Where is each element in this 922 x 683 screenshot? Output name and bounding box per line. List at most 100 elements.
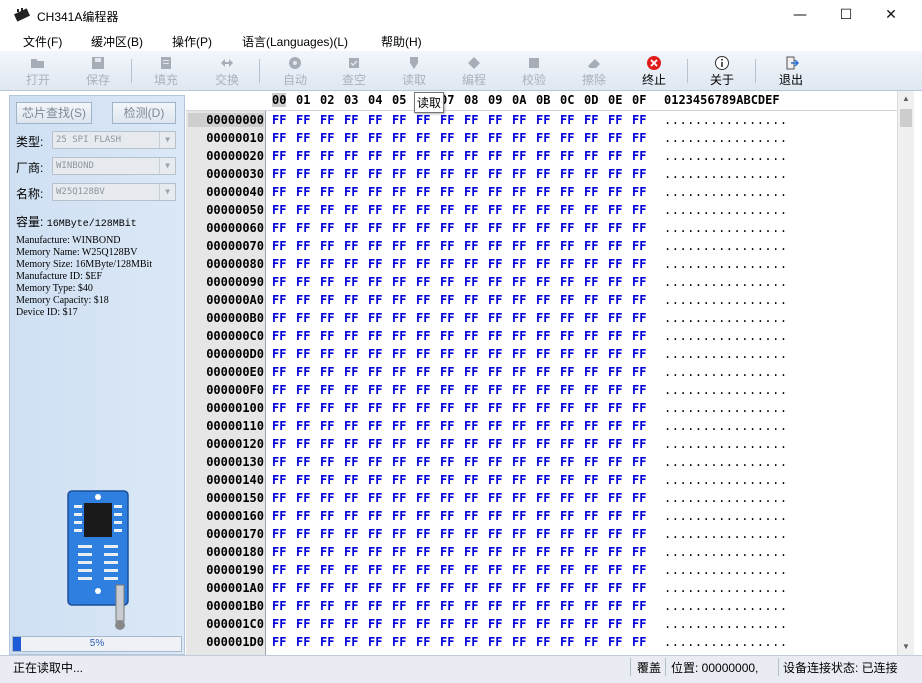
hex-byte[interactable]: FF (560, 347, 574, 361)
hex-byte[interactable]: FF (368, 491, 382, 505)
hex-byte[interactable]: FF (632, 167, 646, 181)
hex-byte[interactable]: FF (488, 239, 502, 253)
hex-byte[interactable]: FF (296, 635, 310, 649)
exit-button[interactable]: 退出 (771, 53, 811, 89)
hex-byte[interactable]: FF (584, 491, 598, 505)
hex-byte[interactable]: FF (368, 329, 382, 343)
hex-byte[interactable]: FF (608, 491, 622, 505)
hex-row[interactable]: 000001A0 FF FF FF FF FF FF FF FF FF FF FF FF FF FF FF FF… (186, 579, 897, 597)
hex-byte[interactable]: FF (608, 581, 622, 595)
hex-byte[interactable]: FF (512, 347, 526, 361)
hex-byte[interactable]: FF (296, 545, 310, 559)
hex-byte[interactable]: FF (608, 455, 622, 469)
scroll-up-icon[interactable]: ▲ (898, 91, 914, 107)
hex-byte[interactable]: FF (560, 239, 574, 253)
hex-byte[interactable]: FF (272, 365, 286, 379)
hex-byte[interactable]: FF (560, 599, 574, 613)
hex-byte[interactable]: FF (344, 455, 358, 469)
hex-byte[interactable]: FF (440, 617, 454, 631)
hex-byte[interactable]: FF (584, 347, 598, 361)
hex-byte[interactable]: FF (344, 311, 358, 325)
hex-byte[interactable]: FF (368, 149, 382, 163)
hex-byte[interactable]: FF (584, 563, 598, 577)
hex-byte[interactable]: FF (296, 365, 310, 379)
hex-byte[interactable]: FF (296, 329, 310, 343)
hex-byte[interactable]: FF (320, 545, 334, 559)
hex-byte[interactable]: FF (416, 419, 430, 433)
hex-byte[interactable]: FF (536, 509, 550, 523)
hex-byte[interactable]: FF (488, 581, 502, 595)
hex-byte[interactable]: FF (560, 455, 574, 469)
hex-byte[interactable]: FF (416, 365, 430, 379)
hex-byte[interactable]: FF (560, 509, 574, 523)
hex-row[interactable]: 00000110 FF FF FF FF FF FF FF FF FF FF FF FF FF FF FF FF… (186, 417, 897, 435)
hex-byte[interactable]: FF (536, 167, 550, 181)
hex-byte[interactable]: FF (488, 635, 502, 649)
menu-file[interactable]: 文件(F) (23, 33, 62, 50)
hex-byte[interactable]: FF (344, 185, 358, 199)
hex-byte[interactable]: FF (488, 383, 502, 397)
hex-byte[interactable]: FF (464, 419, 478, 433)
hex-byte[interactable]: FF (392, 149, 406, 163)
hex-byte[interactable]: FF (392, 311, 406, 325)
hex-byte[interactable]: FF (584, 365, 598, 379)
hex-byte[interactable]: FF (536, 203, 550, 217)
hex-byte[interactable]: FF (272, 311, 286, 325)
hex-byte[interactable]: FF (464, 455, 478, 469)
hex-row[interactable]: 000000C0 FF FF FF FF FF FF FF FF FF FF FF FF FF FF FF FF… (186, 327, 897, 345)
hex-byte[interactable]: FF (488, 563, 502, 577)
hex-byte[interactable]: FF (392, 581, 406, 595)
hex-byte[interactable]: FF (608, 563, 622, 577)
hex-byte[interactable]: FF (392, 167, 406, 181)
hex-byte[interactable]: FF (512, 581, 526, 595)
hex-byte[interactable]: FF (272, 275, 286, 289)
hex-byte[interactable]: FF (584, 239, 598, 253)
close-button[interactable]: ✕ (868, 0, 914, 30)
hex-byte[interactable]: FF (416, 293, 430, 307)
hex-byte[interactable]: FF (392, 113, 406, 127)
hex-byte[interactable]: FF (440, 419, 454, 433)
hex-byte[interactable]: FF (416, 311, 430, 325)
hex-byte[interactable]: FF (464, 635, 478, 649)
hex-byte[interactable]: FF (632, 401, 646, 415)
hex-byte[interactable]: FF (584, 203, 598, 217)
hex-byte[interactable]: FF (488, 185, 502, 199)
maximize-button[interactable]: ☐ (823, 0, 869, 30)
hex-byte[interactable]: FF (368, 257, 382, 271)
hex-byte[interactable]: FF (536, 293, 550, 307)
hex-byte[interactable]: FF (320, 113, 334, 127)
hex-byte[interactable]: FF (296, 401, 310, 415)
hex-byte[interactable]: FF (488, 275, 502, 289)
find-chip-button[interactable]: 芯片查找(S) (16, 102, 92, 124)
hex-byte[interactable]: FF (464, 185, 478, 199)
hex-byte[interactable]: FF (440, 599, 454, 613)
type-select[interactable]: 25 SPI FLASH ▼ (52, 131, 176, 149)
hex-byte[interactable]: FF (560, 311, 574, 325)
hex-byte[interactable]: FF (512, 221, 526, 235)
hex-byte[interactable]: FF (392, 329, 406, 343)
hex-byte[interactable]: FF (440, 563, 454, 577)
hex-byte[interactable]: FF (608, 329, 622, 343)
hex-byte[interactable]: FF (368, 365, 382, 379)
save-button[interactable]: 保存 (78, 53, 118, 89)
hex-byte[interactable]: FF (392, 365, 406, 379)
hex-byte[interactable]: FF (464, 617, 478, 631)
hex-byte[interactable]: FF (512, 275, 526, 289)
hex-byte[interactable]: FF (344, 203, 358, 217)
hex-byte[interactable]: FF (416, 599, 430, 613)
hex-byte[interactable]: FF (464, 527, 478, 541)
vendor-select[interactable]: WINBOND ▼ (52, 157, 176, 175)
hex-byte[interactable]: FF (560, 203, 574, 217)
hex-byte[interactable]: FF (416, 635, 430, 649)
hex-byte[interactable]: FF (608, 473, 622, 487)
hex-byte[interactable]: FF (464, 203, 478, 217)
hex-byte[interactable]: FF (560, 545, 574, 559)
hex-byte[interactable]: FF (344, 599, 358, 613)
hex-byte[interactable]: FF (632, 113, 646, 127)
hex-byte[interactable]: FF (416, 257, 430, 271)
hex-byte[interactable]: FF (632, 419, 646, 433)
hex-byte[interactable]: FF (344, 509, 358, 523)
hex-byte[interactable]: FF (536, 527, 550, 541)
hex-byte[interactable]: FF (536, 113, 550, 127)
scroll-thumb[interactable] (900, 109, 912, 127)
